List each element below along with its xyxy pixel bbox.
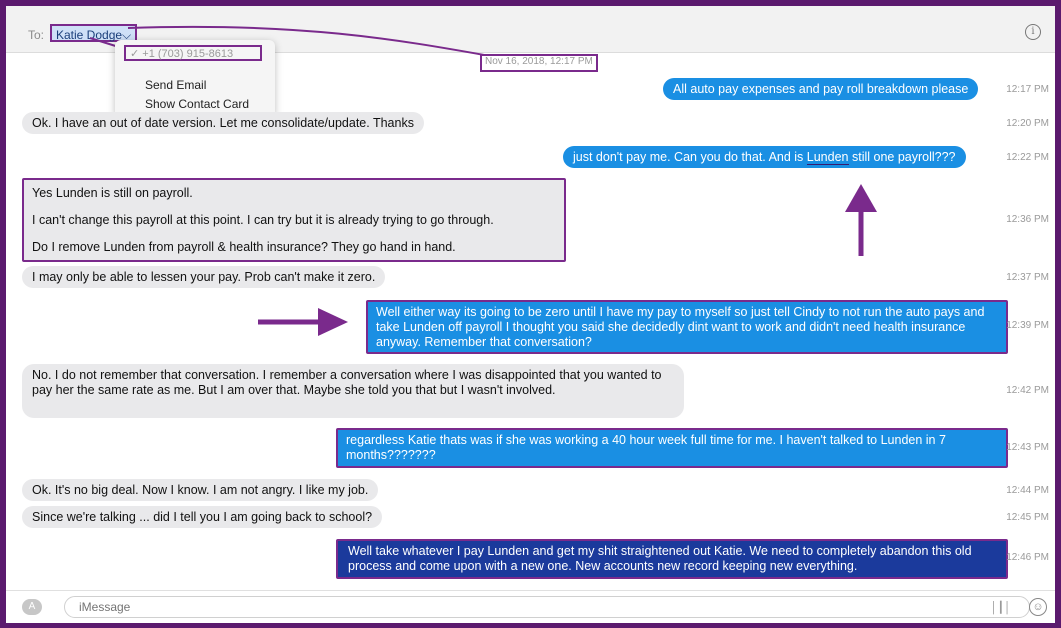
message-bubble-sent[interactable]: regardless Katie thats was if she was wo…	[336, 428, 1008, 468]
message-time: 12:37 PM	[1006, 272, 1049, 283]
contact-dropdown: ✓ +1 (703) 915-8613 Send Email Show Cont…	[115, 40, 275, 118]
message-time: 12:43 PM	[1006, 442, 1049, 453]
recipient-name: Katie Dodge	[56, 28, 123, 42]
message-time: 12:42 PM	[1006, 385, 1049, 396]
message-bubble-received[interactable]: Since we're talking ... did I tell you I…	[22, 506, 383, 528]
send-email-item[interactable]: Send Email	[145, 78, 206, 92]
message-line: Yes Lunden is still on payroll.	[32, 186, 193, 200]
message-bubble-sent[interactable]: All auto pay expenses and pay roll break…	[663, 78, 979, 100]
compose-bar: A │┃│ ☺	[6, 590, 1055, 623]
message-time: 12:20 PM	[1006, 118, 1049, 129]
message-text: still one payroll???	[848, 150, 956, 164]
message-text: just don't pay me. Can you do that. And …	[573, 150, 807, 164]
message-bubble-received[interactable]: I may only be able to lessen your pay. P…	[22, 266, 386, 288]
message-time: 12:45 PM	[1006, 512, 1049, 523]
phone-number-item[interactable]: ✓ +1 (703) 915-8613	[124, 45, 262, 61]
message-bubble-sent[interactable]: just don't pay me. Can you do that. And …	[563, 146, 966, 168]
message-bubble-sent[interactable]: Well either way its going to be zero unt…	[366, 300, 1008, 354]
message-bubble-sent[interactable]: Well take whatever I pay Lunden and get …	[336, 539, 1008, 579]
message-line: I can't change this payroll at this poin…	[32, 213, 494, 227]
message-bubble-received[interactable]: Ok. It's no big deal. Now I know. I am n…	[22, 479, 379, 501]
conversation-timestamp: Nov 16, 2018, 12:17 PM	[480, 54, 598, 72]
highlighted-name: Lunden	[806, 150, 849, 165]
message-time: 12:17 PM	[1006, 84, 1049, 95]
app-store-icon[interactable]: A	[22, 599, 42, 615]
message-line: Do I remove Lunden from payroll & health…	[32, 240, 456, 254]
message-bubble-received[interactable]: Ok. I have an out of date version. Let m…	[22, 112, 424, 134]
message-time: 12:36 PM	[1006, 214, 1049, 225]
message-bubble-received[interactable]: Yes Lunden is still on payroll. I can't …	[22, 178, 566, 262]
audio-wave-icon[interactable]: │┃│	[991, 601, 1011, 614]
emoji-icon[interactable]: ☺	[1029, 598, 1047, 616]
info-icon[interactable]: i	[1025, 24, 1041, 40]
message-time: 12:39 PM	[1006, 320, 1049, 331]
message-time: 12:22 PM	[1006, 152, 1049, 163]
imessage-input[interactable]	[64, 596, 1030, 618]
message-bubble-received[interactable]: No. I do not remember that conversation.…	[22, 364, 684, 418]
to-label: To:	[28, 28, 45, 42]
message-time: 12:46 PM	[1006, 552, 1049, 563]
message-time: 12:44 PM	[1006, 485, 1049, 496]
show-contact-card-item[interactable]: Show Contact Card	[145, 97, 249, 111]
